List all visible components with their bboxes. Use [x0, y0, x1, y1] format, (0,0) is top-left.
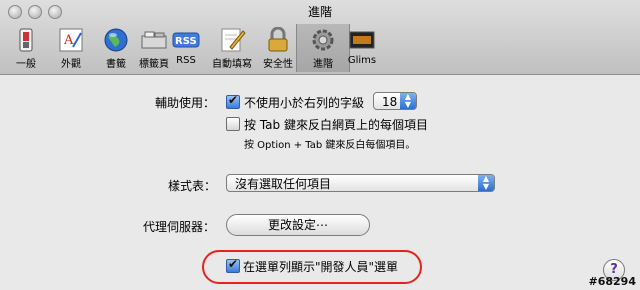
- tab-highlight-label: 按 Tab 鍵來反白網頁上的每個項目: [244, 118, 428, 132]
- tab-highlight-checkbox[interactable]: [226, 117, 240, 131]
- watermark: #68294: [588, 275, 637, 288]
- svg-text:A: A: [63, 33, 74, 48]
- stylesheet-select[interactable]: 沒有選取任何項目 ▲ ▼: [226, 174, 495, 192]
- lock-icon: [268, 27, 288, 52]
- toolbar-label-rss: RSS: [176, 55, 196, 66]
- stylesheet-value: 沒有選取任何項目: [235, 177, 332, 191]
- stylesheet-label: 樣式表：: [168, 179, 217, 193]
- popup-arrows-icon: ▲ ▼: [400, 93, 416, 109]
- min-font-size-label: 不使用小於右列的字級: [244, 96, 365, 110]
- pencil-icon: [221, 28, 246, 52]
- glims-icon: [349, 31, 375, 49]
- popup-arrows-icon: ▲ ▼: [478, 175, 494, 191]
- tab-highlight-hint: 按 Option + Tab 鍵來反白每個項目。: [244, 140, 416, 151]
- window-title: 進階: [307, 5, 332, 19]
- gear-icon: [312, 29, 334, 51]
- toolbar-label-autofill: 自動填寫: [212, 59, 252, 70]
- switch-icon: [19, 28, 33, 52]
- svg-text:RSS: RSS: [175, 36, 197, 47]
- change-settings-button[interactable]: 更改設定⋯: [226, 214, 370, 236]
- min-font-size-select[interactable]: 18 ▲ ▼: [373, 92, 417, 110]
- advanced-pane: 輔助使用： 不使用小於右列的字級 18 ▲▼ 按 Tab 鍵來反白網頁上的每個項…: [0, 75, 640, 290]
- rss-icon: RSS: [172, 32, 200, 48]
- proxy-label: 代理伺服器：: [143, 220, 216, 234]
- toolbar-item-glims[interactable]: Glims: [336, 24, 388, 72]
- toolbar-item-rss[interactable]: RSS RSS: [160, 24, 212, 72]
- toolbar-item-autofill[interactable]: 自動填寫: [206, 24, 258, 72]
- globe-icon: [104, 28, 128, 52]
- toolbar-label-glims: Glims: [347, 55, 377, 66]
- font-icon: A: [59, 28, 83, 52]
- toolbar: 進階 一般 A 外觀 書籤 標籤頁 RSS RSS 自動填寫 安全性 進階 Gl…: [0, 0, 640, 75]
- min-font-size-value: 18: [382, 95, 398, 109]
- accessibility-label: 輔助使用：: [155, 96, 216, 110]
- show-develop-menu-checkbox[interactable]: [226, 257, 240, 273]
- preferences-window: 進階 一般 A 外觀 書籤 標籤頁 RSS RSS 自動填寫 安全性 進階 Gl…: [0, 0, 640, 290]
- min-font-size-checkbox[interactable]: [226, 93, 240, 109]
- show-develop-menu-label: 在選單列顯示"開發人員"選單: [243, 260, 399, 274]
